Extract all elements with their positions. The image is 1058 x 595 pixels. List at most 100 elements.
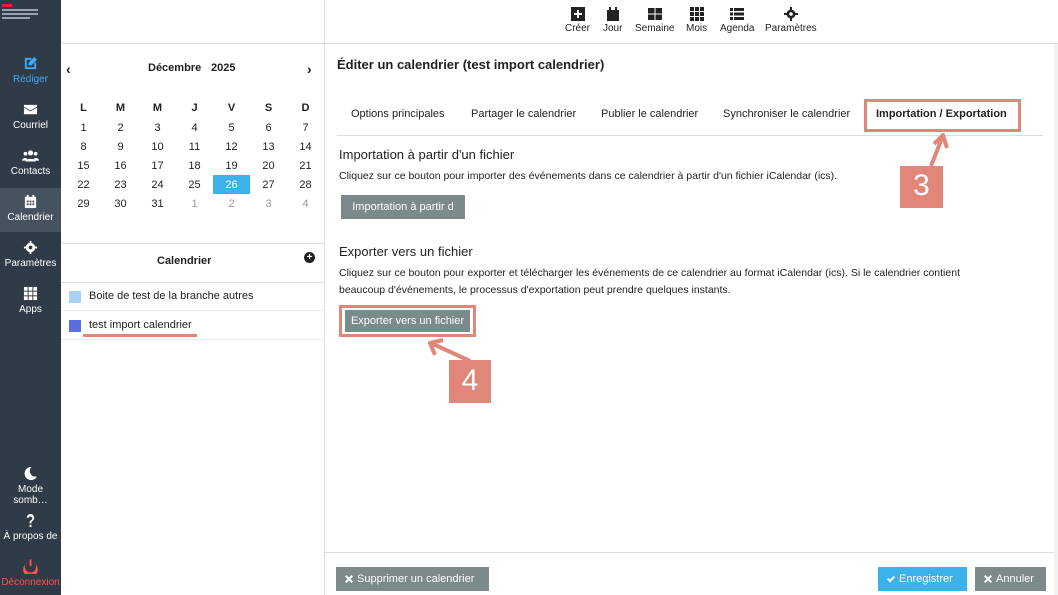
prev-month-chevron-icon[interactable]: ‹ [66,61,71,77]
cancel-button[interactable]: Annuler [975,567,1046,591]
calendar-color-swatch [69,320,81,332]
power-icon [23,559,38,574]
tab-share[interactable]: Partager le calendrier [471,108,576,120]
arrow-icon [929,133,949,167]
users-icon [22,150,39,162]
toolbar: Créer Jour Semaine Mois Agenda Paramètre… [325,0,1058,44]
calendar-panel: ‹ › Décembre 2025 LMMJVSD 1 2 3 4 5 6 7 8 9 10 11 1… [61,0,325,595]
toolbar-week-button[interactable]: Semaine [635,7,674,34]
calendar-day[interactable]: 2 [213,194,250,213]
dialog-footer: Supprimer un calendrier Enregistrer Annu… [325,552,1058,595]
rail-item-dark-mode[interactable]: Mode somb… [0,460,61,506]
calendar-list-header: Calendrier + [61,243,325,283]
export-button[interactable]: Exporter vers un fichier [345,310,470,332]
calendar-day[interactable]: 15 [65,156,102,175]
toolbar-create-button[interactable]: Créer [565,7,590,34]
weekday-header: M [115,102,126,114]
calendar-day[interactable]: 14 [287,137,324,156]
calendar-day[interactable]: 1 [176,194,213,213]
calendar-day[interactable]: 24 [139,175,176,194]
rail-item-apps[interactable]: Apps [0,280,61,324]
rail-label: À propos de [3,531,58,542]
calendar-day[interactable]: 25 [176,175,213,194]
rail-item-contacts[interactable]: Contacts [0,142,61,186]
calendar-day[interactable]: 20 [250,156,287,175]
delete-calendar-button[interactable]: Supprimer un calendrier [336,567,489,591]
calendar-day[interactable]: 21 [287,156,324,175]
question-icon [26,513,35,528]
cancel-label: Annuler [996,573,1034,585]
calendar-day[interactable]: 5 [213,118,250,137]
calendar-day[interactable]: 3 [250,194,287,213]
import-heading: Importation à partir d'un fichier [339,147,515,162]
plus-square-icon [570,7,585,21]
calendar-day[interactable]: 8 [65,137,102,156]
step-badge-4: 4 [449,360,491,403]
calendar-day[interactable]: 18 [176,156,213,175]
logo-icon [2,4,38,34]
calendar-item[interactable]: Boite de test de la branche autres [61,282,325,311]
calendar-item[interactable]: test import calendrier [61,311,325,340]
weekday-header: V [227,102,236,114]
calendar-day[interactable]: 4 [176,118,213,137]
calendar-day[interactable]: 29 [65,194,102,213]
gear-icon [783,7,798,21]
calendar-day[interactable]: 10 [139,137,176,156]
toolbar-month-button[interactable]: Mois [686,7,707,34]
calendar-day[interactable]: 13 [250,137,287,156]
calendar-day[interactable]: 12 [213,137,250,156]
calendar-day[interactable]: 2 [102,118,139,137]
mail-icon [23,104,38,115]
calendar-day[interactable]: 4 [287,194,324,213]
calendar-day[interactable]: 27 [250,175,287,194]
rail-item-settings[interactable]: Paramètres [0,234,61,278]
add-calendar-icon[interactable]: + [304,252,315,263]
export-description-1: Cliquez sur ce bouton pour exporter et t… [339,267,960,279]
toolbar-label: Mois [686,23,708,34]
export-heading: Exporter vers un fichier [339,244,473,259]
rail-label: Mode somb… [13,484,48,506]
scrollbar[interactable] [1054,44,1058,595]
toolbar-agenda-button[interactable]: Agenda [720,7,754,34]
rail-label: Contacts [10,166,51,177]
rail-item-about[interactable]: À propos de [0,507,61,551]
next-month-chevron-icon[interactable]: › [307,61,312,77]
tab-main-options[interactable]: Options principales [351,108,445,120]
toolbar-day-button[interactable]: Jour [603,7,622,34]
calendar-day[interactable]: 28 [287,175,324,194]
rail-item-calendar[interactable]: Calendrier [0,188,61,232]
calendar-name: test import calendrier [89,319,192,331]
toolbar-settings-button[interactable]: Paramètres [765,7,817,34]
calendar-day[interactable]: 11 [176,137,213,156]
import-button[interactable]: Importation à partir d [341,195,465,219]
save-button[interactable]: Enregistrer [878,567,967,591]
tab-publish[interactable]: Publier le calendrier [601,108,698,120]
calendar-day[interactable]: 7 [287,118,324,137]
calendar-day[interactable]: 3 [139,118,176,137]
calendar-day[interactable]: 30 [102,194,139,213]
calendar-day[interactable]: 19 [213,156,250,175]
edit-icon [24,56,38,70]
calendar-day[interactable]: 6 [250,118,287,137]
weekday-header: D [301,102,310,114]
rail-item-mail[interactable]: Courriel [0,96,61,140]
calendar-day[interactable]: 22 [65,175,102,194]
calendar-day[interactable]: 16 [102,156,139,175]
rail-item-logout[interactable]: Déconnexion [0,553,61,595]
edit-calendar-dialog: Éditer un calendrier (test import calend… [325,44,1058,595]
rail-label: Rédiger [12,74,49,85]
delete-label: Supprimer un calendrier [357,573,475,585]
rail-item-compose[interactable]: Rédiger [0,50,61,94]
app-window: Rédiger Courriel Contacts Calendrier Par… [0,0,1058,595]
calendar-day[interactable]: 23 [102,175,139,194]
calendar-day[interactable]: 31 [139,194,176,213]
weekday-header: J [191,102,198,114]
tab-sync[interactable]: Synchroniser le calendrier [723,108,850,120]
calendar-day[interactable]: 17 [139,156,176,175]
calendar-day[interactable]: 1 [65,118,102,137]
calendar-day[interactable]: 9 [102,137,139,156]
left-rail: Rédiger Courriel Contacts Calendrier Par… [0,0,61,595]
month-icon [689,7,704,21]
calendar-name: Boite de test de la branche autres [89,290,254,302]
calendar-day[interactable]: 26 [213,175,250,194]
